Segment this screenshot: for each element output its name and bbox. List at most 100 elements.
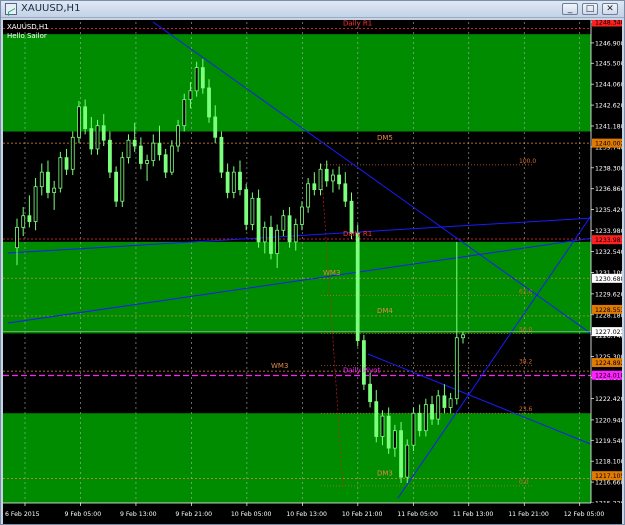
candle-body [138, 145, 143, 164]
candle-body [411, 412, 416, 446]
level-label: Daily R1 [343, 230, 372, 238]
level-label: DM5 [377, 134, 393, 142]
level-label: DM3 [377, 470, 393, 478]
zone-upper-green [3, 34, 591, 132]
candle-body [355, 232, 360, 342]
candle-body [343, 183, 348, 202]
fib-label: 0.0 [519, 479, 529, 486]
price-tick-label: 1218.100 [595, 459, 622, 466]
candle-body [219, 136, 224, 173]
price-box-label: 1230.688 [595, 276, 622, 283]
window-titlebar[interactable]: XAUUSD,H1 _ □ ✕ [1, 1, 624, 18]
candle-body [448, 398, 453, 408]
symbol-label: XAUUSD,H1 [7, 23, 49, 31]
candle-body [207, 87, 211, 118]
candle-body [324, 168, 329, 182]
level-label: WM3 [323, 269, 340, 277]
time-tick-label: 9 Feb 21:00 [175, 511, 212, 518]
price-tick-label: 1229.620 [595, 291, 622, 298]
candle-body [442, 395, 447, 408]
candle-body [83, 106, 88, 129]
fib-label: 61.8 [519, 289, 533, 296]
time-tick-label: 10 Feb 21:00 [342, 511, 383, 518]
indicator-label: Hello Sailor [7, 32, 47, 40]
time-tick-label: 12 Feb 05:00 [564, 511, 605, 518]
candle-body [70, 136, 75, 170]
level-label: Daily R1 [343, 20, 372, 27]
candle-body [337, 174, 342, 185]
candle-body [423, 404, 428, 432]
price-tick-label: 1242.620 [595, 103, 622, 110]
window-title: XAUUSD,H1 [21, 3, 81, 14]
time-tick-label: 10 Feb 05:00 [231, 511, 272, 518]
candle-body [108, 139, 112, 173]
candle-body [461, 334, 465, 339]
price-tick-label: 1220.940 [595, 417, 622, 424]
candle-body [300, 206, 304, 225]
level-label: DM4 [377, 307, 393, 315]
candle-body [52, 187, 57, 193]
candle-body [368, 383, 372, 403]
level-label: WM3 [271, 362, 288, 370]
candle-body [194, 67, 199, 92]
candle-body [281, 215, 286, 231]
candle-body [15, 226, 19, 249]
candle-body [132, 139, 137, 147]
candle-body [114, 171, 119, 202]
candle-body [163, 154, 168, 173]
candle-body [145, 160, 149, 164]
candle-body [386, 415, 391, 449]
candle-body [318, 168, 323, 190]
candle-body [293, 224, 298, 243]
candle-body [430, 404, 434, 420]
candle-body [151, 142, 156, 161]
candle-body [417, 412, 422, 432]
candle-body [361, 340, 366, 385]
candle-body [213, 116, 218, 138]
candle-body [225, 171, 230, 193]
candle-body [64, 157, 69, 170]
candle-body [126, 139, 131, 159]
candle-body [46, 171, 50, 193]
candle-body [27, 215, 32, 222]
candle-body [39, 171, 44, 188]
close-button[interactable]: ✕ [602, 3, 618, 15]
candle-body [231, 171, 236, 193]
candle-body [405, 444, 410, 478]
candle-body [262, 226, 267, 243]
time-tick-label: 10 Feb 13:00 [286, 511, 327, 518]
price-box-label: 1224.018 [595, 373, 622, 380]
time-tick-label: 11 Feb 21:00 [508, 511, 549, 518]
price-chart-canvas[interactable]: 100.0 61.8 50.0 38.2 23.6 0.0 Daily R1 DM5 Daily… [3, 20, 622, 524]
candle-body [436, 395, 441, 420]
price-tick-label: 1246.900 [595, 40, 622, 47]
zone-middle-green [3, 241, 591, 334]
price-box-label: 1240.002 [595, 141, 622, 148]
price-box-label: 1217.105 [595, 473, 622, 480]
price-box-label: 1233.981 [595, 237, 622, 244]
price-tick-label: 1216.660 [595, 480, 622, 487]
fib-label: 23.6 [519, 406, 533, 413]
candle-body [256, 197, 261, 243]
candle-body [399, 430, 403, 478]
time-tick-label: 11 Feb 05:00 [397, 511, 438, 518]
price-tick-label: 1219.540 [595, 438, 622, 445]
price-tick-label: 1232.540 [595, 249, 622, 256]
candle-body [200, 67, 205, 89]
candle-body [238, 171, 242, 190]
candle-body [33, 186, 38, 222]
candle-body [101, 125, 106, 141]
price-chart[interactable]: 100.0 61.8 50.0 38.2 23.6 0.0 Daily R1 DM5 Daily… [3, 20, 622, 524]
candle-body [176, 125, 180, 147]
candle-body [250, 197, 255, 225]
price-tick-label: 1236.860 [595, 186, 622, 193]
fib-label: 38.2 [519, 358, 533, 365]
candle-body [392, 430, 397, 449]
minimize-button[interactable]: _ [562, 3, 578, 15]
price-tick-label: 1222.420 [595, 396, 622, 403]
candle-body [157, 142, 162, 156]
price-tick-label: 1238.300 [595, 165, 622, 172]
restore-button[interactable]: □ [582, 3, 598, 15]
time-tick-label: 6 Feb 2015 [5, 511, 40, 518]
fib-label: 100.0 [519, 158, 536, 165]
